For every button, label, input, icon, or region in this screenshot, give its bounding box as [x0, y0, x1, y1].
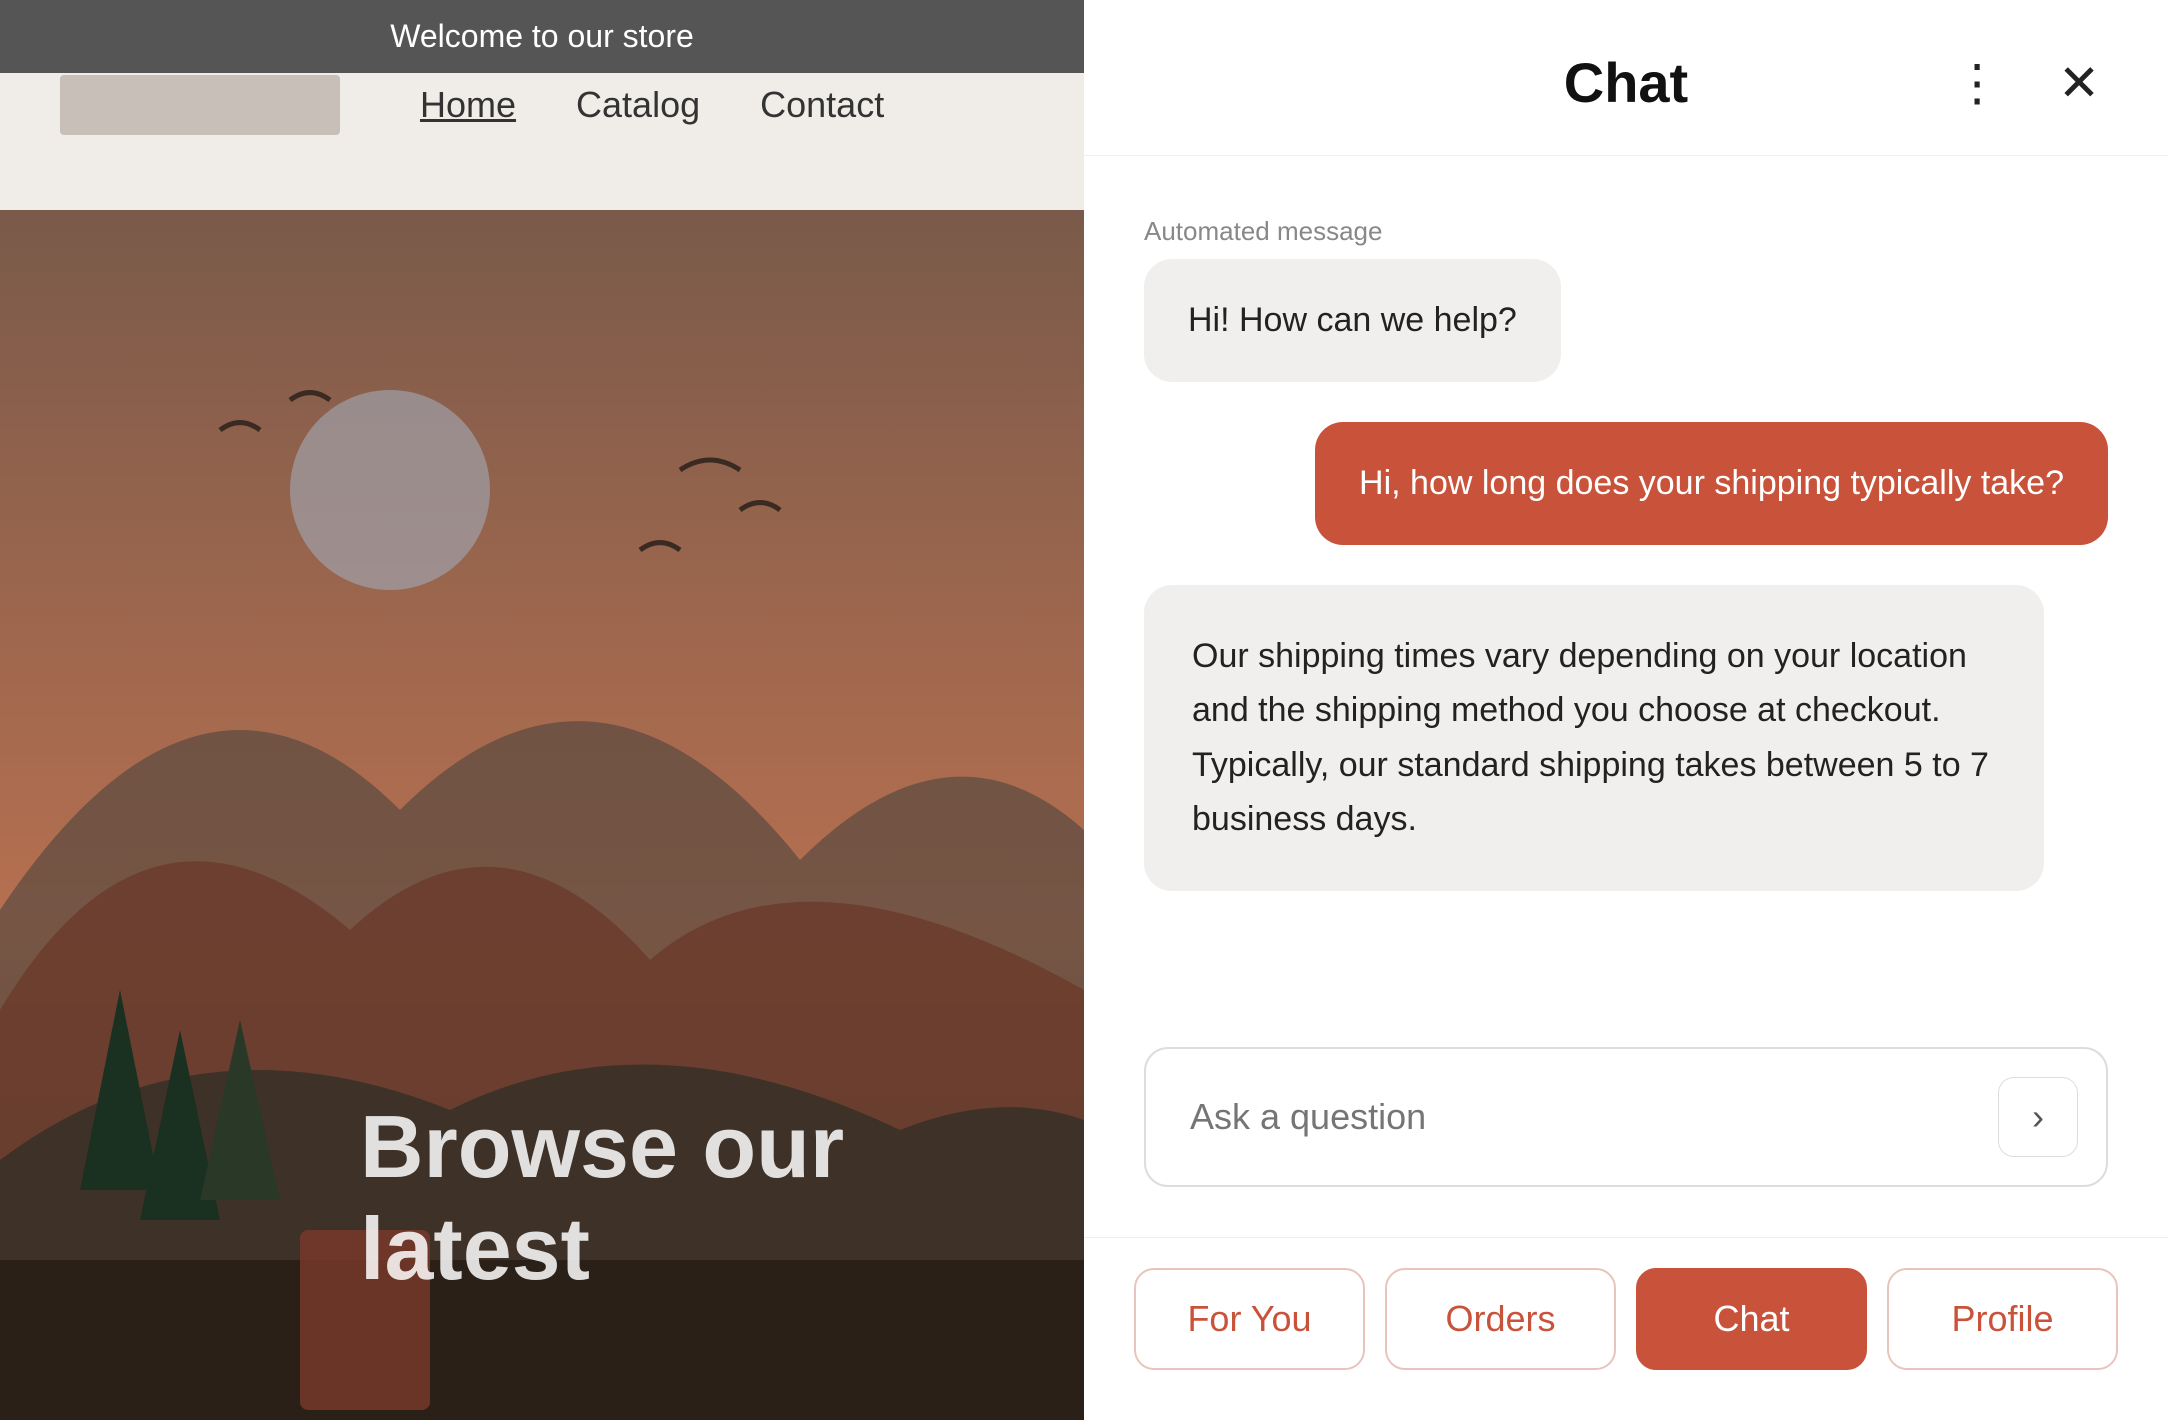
tab-profile[interactable]: Profile	[1887, 1268, 2118, 1370]
store-banner: Welcome to our store	[0, 0, 1084, 73]
tab-chat[interactable]: Chat	[1636, 1268, 1867, 1370]
store-nav: Home Catalog Contact	[420, 84, 884, 126]
bot-reply-bubble: Our shipping times vary depending on you…	[1144, 585, 2044, 891]
chat-header: Chat ⋮ ✕	[1084, 0, 2168, 156]
chat-header-actions: ⋮ ✕	[1944, 50, 2108, 116]
tab-orders[interactable]: Orders	[1385, 1268, 1616, 1370]
chat-bottom-nav: For You Orders Chat Profile	[1084, 1237, 2168, 1420]
automated-message: Automated message Hi! How can we help?	[1144, 216, 1561, 382]
send-button[interactable]: ›	[1998, 1077, 2078, 1157]
chat-input[interactable]	[1190, 1096, 1978, 1138]
bot-reply-message: Our shipping times vary depending on you…	[1144, 585, 2044, 891]
chat-messages: Automated message Hi! How can we help? H…	[1084, 156, 2168, 1017]
chat-title: Chat	[1564, 50, 1688, 115]
tab-for-you[interactable]: For You	[1134, 1268, 1365, 1370]
close-button[interactable]: ✕	[2050, 50, 2108, 116]
store-panel: Welcome to our store Home Catalog Contac…	[0, 0, 1084, 1420]
user-message: Hi, how long does your shipping typicall…	[1315, 422, 2108, 545]
nav-catalog[interactable]: Catalog	[576, 84, 700, 126]
automated-message-bubble: Hi! How can we help?	[1144, 259, 1561, 382]
chat-input-area: ›	[1084, 1017, 2168, 1237]
browse-text: Browse our latest	[360, 1096, 1084, 1300]
automated-message-label: Automated message	[1144, 216, 1561, 247]
chat-input-wrapper: ›	[1144, 1047, 2108, 1187]
nav-contact[interactable]: Contact	[760, 84, 884, 126]
more-options-button[interactable]: ⋮	[1944, 50, 2010, 116]
nav-home[interactable]: Home	[420, 84, 516, 126]
store-logo	[60, 75, 340, 135]
user-message-bubble: Hi, how long does your shipping typicall…	[1315, 422, 2108, 545]
chat-panel: Chat ⋮ ✕ Automated message Hi! How can w…	[1084, 0, 2168, 1420]
